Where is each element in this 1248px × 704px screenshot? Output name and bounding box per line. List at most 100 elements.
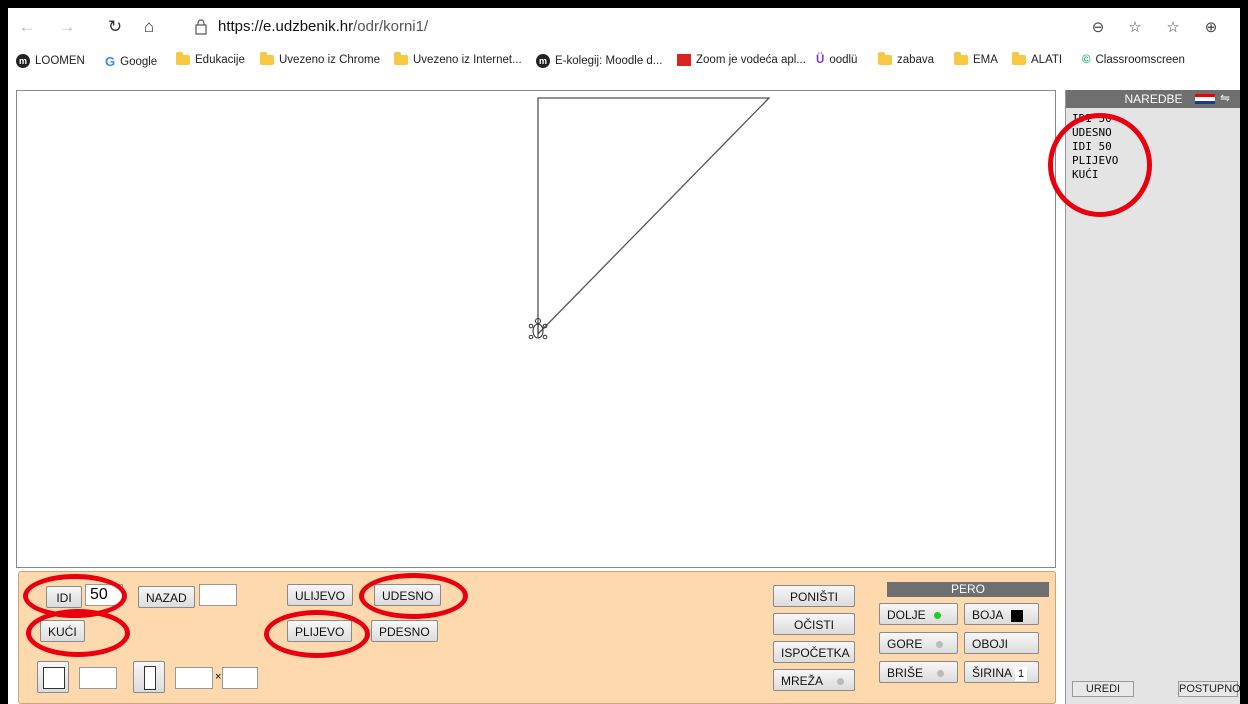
command-line: IDI 50 <box>1072 112 1112 125</box>
home-icon[interactable]: ⌂ <box>138 16 160 38</box>
bookmark-classroomscreen[interactable]: © Classroomscreen <box>1082 54 1185 66</box>
erase-button[interactable]: BRIŠE <box>879 661 958 683</box>
pen-up-button[interactable]: GORE <box>879 632 958 654</box>
folder-icon <box>260 52 274 65</box>
grid-indicator <box>837 678 844 686</box>
bookmark-edukacije[interactable]: Edukacije <box>176 52 245 66</box>
rectangle-icon <box>144 666 156 690</box>
bookmark-ekolegij[interactable]: m E-kolegij: Moodle d... <box>536 54 662 68</box>
google-icon: G <box>105 54 116 69</box>
forward-button[interactable]: IDI <box>46 586 82 608</box>
bookmark-label: EMA <box>973 54 998 66</box>
rectangle-width-input[interactable] <box>175 667 213 689</box>
back-button[interactable]: NAZAD <box>138 586 195 608</box>
pen-down-button[interactable]: DOLJE <box>879 603 958 625</box>
edit-button[interactable]: UREDI <box>1072 681 1134 697</box>
square-icon <box>43 667 65 689</box>
bookmark-label: zabava <box>897 54 935 66</box>
collections-icon[interactable]: ⊕ <box>1201 18 1221 38</box>
browser-toolbar: ← → ↻ ⌂ https://e.udzbenik.hr/odr/korni1… <box>8 8 1240 48</box>
folder-icon <box>176 52 190 65</box>
bookmark-label: Classroomscreen <box>1095 54 1185 66</box>
command-line: UDESNO <box>1072 126 1112 139</box>
turn-left-button[interactable]: ULIJEVO <box>287 584 354 606</box>
color-swatch <box>1011 609 1024 622</box>
rectangle-height-input[interactable] <box>222 667 258 689</box>
bookmark-label: oodlü <box>829 54 858 66</box>
bookmark-label: Google <box>120 55 158 68</box>
zoom-icon[interactable]: ⊖ <box>1088 18 1108 38</box>
control-panel: IDI 50 NAZAD ULIJEVO UDESNO KUĆI PLIJEVO… <box>18 571 1056 704</box>
commands-list[interactable]: IDI 50 UDESNO IDI 50 PLIJEVO KUĆI <box>1072 112 1118 182</box>
pen-right-button[interactable]: PDESNO <box>371 620 438 642</box>
browser-window: ← → ↻ ⌂ https://e.udzbenik.hr/odr/korni1… <box>8 8 1240 704</box>
back-arrow-icon[interactable]: ← <box>16 16 38 38</box>
collapse-icon[interactable]: ⇋ <box>1220 91 1230 105</box>
square-shape-button[interactable] <box>37 661 69 693</box>
turtle-canvas[interactable] <box>16 90 1056 568</box>
pen-down-indicator <box>933 612 941 620</box>
bookmark-label: LOOMEN <box>35 55 85 67</box>
undo-button[interactable]: PONIŠTI <box>773 585 855 607</box>
bookmark-oodlu[interactable]: Üoodlü <box>816 54 857 66</box>
folder-icon <box>1012 52 1026 65</box>
url-host: https://e.udzbenik.hr <box>218 18 354 35</box>
width-label: ŠIRINA <box>972 666 1013 680</box>
back-steps-input[interactable] <box>199 584 237 606</box>
add-favorite-icon[interactable]: ☆ <box>1125 18 1145 38</box>
commands-panel: NAREDBE ⇋ IDI 50 UDESNO IDI 50 PLIJEVO K… <box>1065 90 1240 704</box>
bookmarks-bar: m LOOMEN G Google Edukacije Uvezeno iz Chr… <box>8 48 1240 76</box>
rectangle-shape-button[interactable] <box>133 661 165 693</box>
bookmark-zabava[interactable]: zabava <box>878 52 935 66</box>
bookmark-google[interactable]: G Google <box>105 54 157 69</box>
erase-indicator <box>937 670 945 678</box>
folder-icon <box>878 52 892 65</box>
oodlu-icon: Ü <box>816 54 825 66</box>
pen-up-label: GORE <box>887 637 923 651</box>
bookmark-uvezeno-internet[interactable]: Uvezeno iz Internet... <box>394 52 522 66</box>
command-line: KUĆI <box>1072 168 1099 181</box>
bookmark-label: Edukacije <box>195 54 245 66</box>
home-button[interactable]: KUĆI <box>40 620 85 642</box>
zoom-icon <box>677 54 691 66</box>
grid-button[interactable]: MREŽA <box>773 669 855 691</box>
address-bar[interactable]: https://e.udzbenik.hr/odr/korni1/ <box>218 18 428 35</box>
folder-icon <box>394 52 408 65</box>
bookmark-ema[interactable]: EMA <box>954 52 998 66</box>
pen-down-label: DOLJE <box>887 608 926 622</box>
step-button[interactable]: POSTUPNO <box>1178 681 1240 697</box>
square-size-input[interactable] <box>79 667 117 689</box>
command-line: IDI 50 <box>1072 140 1112 153</box>
times-sign: × <box>215 671 222 683</box>
bookmark-label: Zoom je vodeća apl... <box>696 54 806 66</box>
bookmark-uvezeno-chrome[interactable]: Uvezeno iz Chrome <box>260 52 380 66</box>
croatian-flag-icon[interactable] <box>1195 94 1215 104</box>
turn-right-button[interactable]: UDESNO <box>374 584 442 606</box>
bookmark-label: Uvezeno iz Internet... <box>413 54 522 66</box>
width-button[interactable]: ŠIRINA 1 <box>964 661 1039 683</box>
color-label: BOJA <box>972 608 1004 622</box>
bookmark-alati[interactable]: ALATI <box>1012 52 1063 66</box>
bookmark-loomen[interactable]: m LOOMEN <box>16 54 85 68</box>
command-line: PLIJEVO <box>1072 154 1119 167</box>
restart-button[interactable]: ISPOČETKA <box>773 641 855 663</box>
turtle-drawing <box>528 97 771 340</box>
clear-button[interactable]: OČISTI <box>773 613 855 635</box>
moodle-icon: m <box>16 54 30 68</box>
classroomscreen-icon: © <box>1082 54 1091 66</box>
moodle-icon: m <box>536 54 550 68</box>
pen-title: PERO <box>887 582 1049 597</box>
favorites-icon[interactable]: ☆ <box>1163 18 1183 38</box>
bookmark-label: ALATI <box>1031 54 1063 66</box>
forward-arrow-icon[interactable]: → <box>56 16 78 38</box>
color-button[interactable]: BOJA <box>964 603 1039 625</box>
pen-up-indicator <box>936 641 944 649</box>
turtle-path <box>537 97 771 335</box>
forward-steps-input[interactable]: 50 <box>85 584 123 606</box>
refresh-icon[interactable]: ↻ <box>104 16 126 38</box>
fill-button[interactable]: OBOJI <box>964 632 1039 654</box>
bookmark-label: Uvezeno iz Chrome <box>279 54 380 66</box>
width-value[interactable]: 1 <box>1015 667 1028 681</box>
pen-left-button[interactable]: PLIJEVO <box>287 620 353 642</box>
bookmark-zoom[interactable]: Zoom je vodeća apl... <box>677 54 806 66</box>
